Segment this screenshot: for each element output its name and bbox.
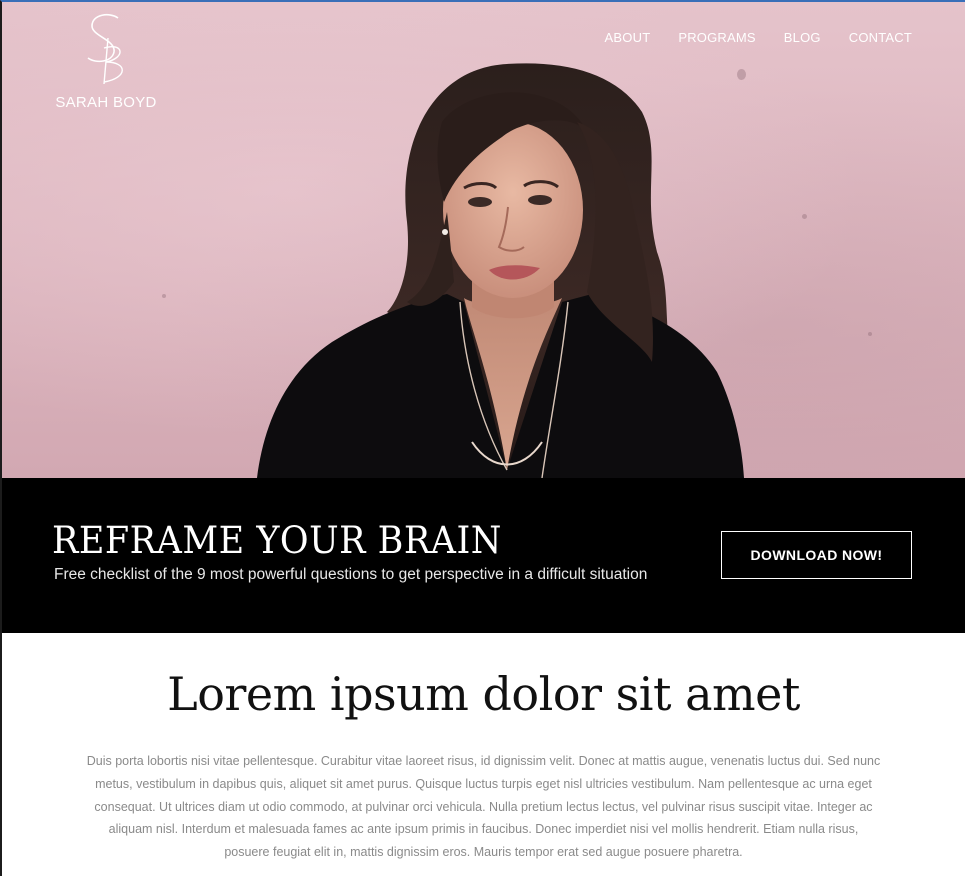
cta-title: REFRAME YOUR BRAIN xyxy=(52,520,502,563)
cta-subtitle: Free checklist of the 9 most powerful qu… xyxy=(54,566,648,583)
nav-item-about[interactable]: ABOUT xyxy=(605,30,651,45)
logo-name: SARAH BOYD xyxy=(55,94,157,111)
section-title: Lorem ipsum dolor sit amet xyxy=(167,667,800,721)
section-body-text: Duis porta lobortis nisi vitae pellentes… xyxy=(86,754,881,860)
main-nav: ABOUT PROGRAMS BLOG CONTACT xyxy=(605,30,912,45)
nav-item-contact[interactable]: CONTACT xyxy=(849,30,912,45)
cta-banner: REFRAME YOUR BRAIN Free checklist of the… xyxy=(2,478,965,633)
hero-section: SARAH BOYD ABOUT PROGRAMS BLOG CONTACT xyxy=(2,2,965,478)
nav-item-blog[interactable]: BLOG xyxy=(784,30,821,45)
logo-monogram-icon xyxy=(87,13,123,85)
site-logo[interactable]: SARAH BOYD xyxy=(54,12,158,116)
intro-section: Lorem ipsum dolor sit amet Duis porta lo… xyxy=(2,633,965,876)
nav-item-programs[interactable]: PROGRAMS xyxy=(678,30,755,45)
download-now-button[interactable]: DOWNLOAD NOW! xyxy=(721,531,912,579)
